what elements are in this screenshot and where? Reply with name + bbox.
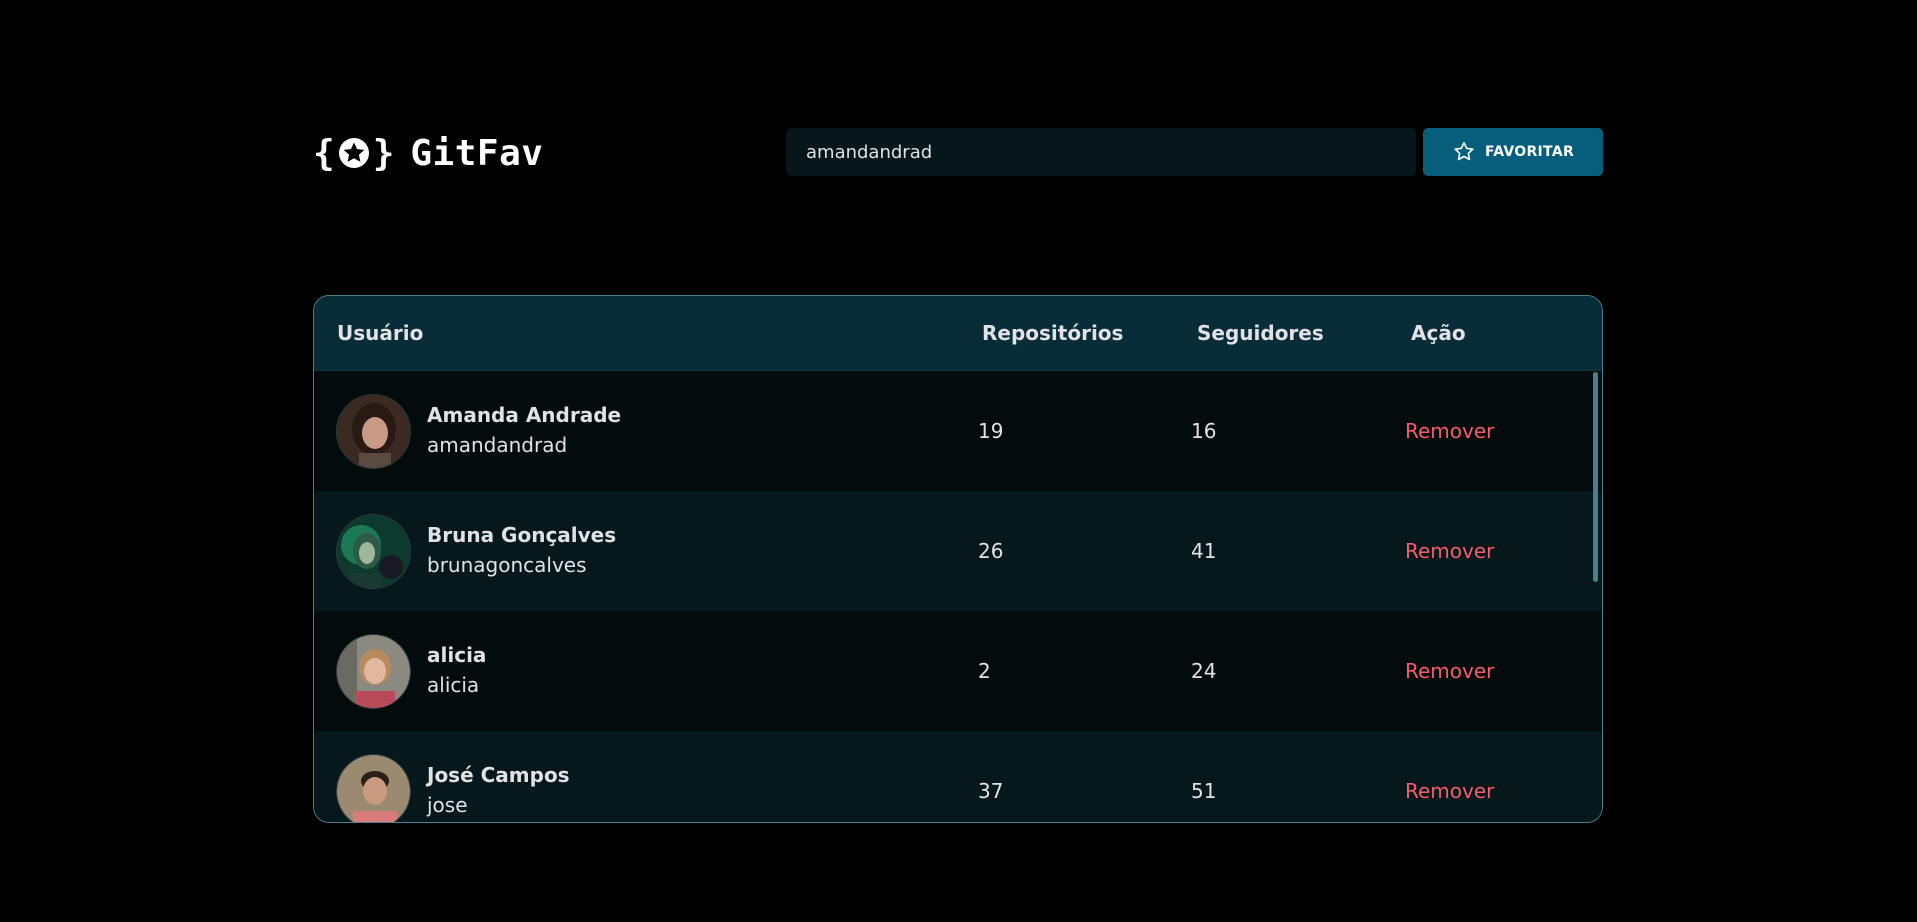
table-row: José Campos jose 37 51 Remover — [314, 731, 1602, 822]
logo-mark: {} — [313, 132, 395, 174]
user-login: amandandrad — [427, 433, 568, 457]
repos-count: 37 — [978, 779, 1004, 803]
repos-count: 2 — [978, 659, 991, 683]
user-name: Bruna Gonçalves — [427, 523, 617, 547]
remove-button[interactable]: Remover — [1405, 659, 1494, 683]
remove-button[interactable]: Remover — [1405, 419, 1494, 443]
search-input[interactable] — [786, 128, 1416, 176]
avatar — [336, 394, 411, 469]
favorites-table: Usuário Repositórios Seguidores Ação Ama… — [313, 295, 1603, 823]
avatar — [336, 754, 411, 822]
followers-count: 16 — [1191, 419, 1217, 443]
repos-count: 26 — [978, 539, 1004, 563]
star-icon — [338, 138, 369, 168]
avatar — [336, 514, 411, 589]
favorite-button[interactable]: FAVORITAR — [1423, 128, 1603, 176]
app-title: GitFav — [410, 132, 544, 174]
table-row: Bruna Gonçalves brunagoncalves 26 41 Rem… — [314, 491, 1602, 611]
avatar — [336, 634, 411, 709]
table-row: alicia alicia 2 24 Remover — [314, 611, 1602, 731]
remove-button[interactable]: Remover — [1405, 779, 1494, 803]
user-avatar-image — [337, 635, 410, 708]
user-name: José Campos — [427, 763, 570, 787]
followers-count: 24 — [1191, 659, 1217, 683]
scrollbar-thumb[interactable] — [1593, 372, 1598, 582]
user-login: jose — [427, 793, 468, 817]
favorite-button-label: FAVORITAR — [1484, 144, 1575, 160]
followers-count: 51 — [1191, 779, 1217, 803]
column-header-followers: Seguidores — [1197, 321, 1324, 345]
user-avatar-image — [337, 515, 410, 588]
user-name: Amanda Andrade — [427, 403, 622, 427]
user-name: alicia — [427, 643, 487, 667]
column-header-action: Ação — [1411, 321, 1466, 345]
star-outline-icon — [1454, 142, 1474, 161]
user-login: brunagoncalves — [427, 553, 587, 577]
remove-button[interactable]: Remover — [1405, 539, 1494, 563]
table-row: Amanda Andrade amandandrad 19 16 Remover — [314, 371, 1602, 491]
column-header-repos: Repositórios — [982, 321, 1124, 345]
table-header: Usuário Repositórios Seguidores Ação — [314, 296, 1602, 371]
followers-count: 41 — [1191, 539, 1217, 563]
logo: {} GitFav — [313, 128, 543, 178]
column-header-user: Usuário — [337, 321, 424, 345]
user-login: alicia — [427, 673, 480, 697]
table-body[interactable]: Amanda Andrade amandandrad 19 16 Remover… — [314, 371, 1602, 822]
header: {} GitFav FAVORITAR — [313, 128, 1603, 178]
user-avatar-image — [337, 395, 410, 468]
user-avatar-image — [337, 755, 410, 822]
repos-count: 19 — [978, 419, 1004, 443]
